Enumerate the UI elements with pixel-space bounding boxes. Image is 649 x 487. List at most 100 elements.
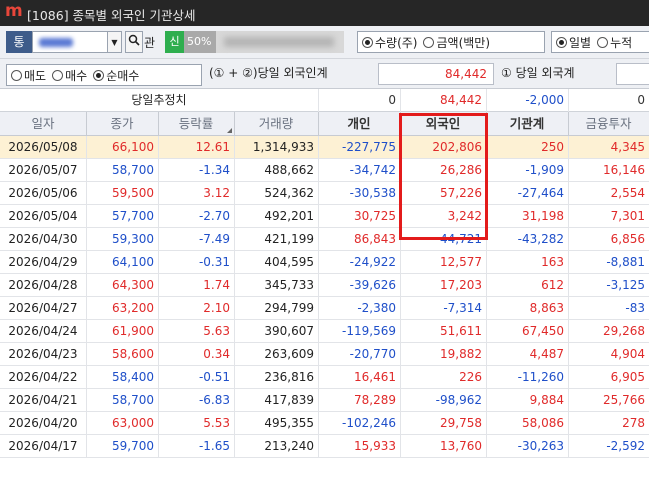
cell-institution: 250 — [541, 140, 564, 154]
cell-rate: -2.70 — [198, 209, 230, 223]
cell-financial: -8,881 — [606, 255, 645, 269]
cell-institution: -1,909 — [525, 163, 564, 177]
column-close[interactable]: 종가 — [86, 112, 158, 136]
cell-individual: 86,843 — [354, 232, 396, 246]
cell-volume: 1,314,933 — [252, 140, 314, 154]
cell-foreign: 19,882 — [440, 347, 482, 361]
column-financial[interactable]: 금융투자 — [568, 112, 649, 136]
cell-individual: 15,933 — [354, 439, 396, 453]
cell-individual: -34,742 — [349, 163, 396, 177]
estimate-foreign: 84,442 — [440, 93, 482, 107]
column-volume[interactable]: 거래량 — [234, 112, 318, 136]
table-row[interactable]: 2026/05/08 66,100 12.61 1,314,933 -227,775 20… — [0, 136, 649, 159]
column-institution[interactable]: 기관계 — [486, 112, 568, 136]
column-foreign[interactable]: 외국인 — [400, 112, 486, 136]
cell-financial: 29,268 — [603, 324, 645, 338]
cell-financial: 4,345 — [610, 140, 645, 154]
cell-financial: 16,146 — [603, 163, 645, 177]
cell-date: 2026/05/08 — [8, 140, 78, 154]
cell-close: 59,500 — [112, 186, 154, 200]
cell-volume: 488,662 — [264, 163, 314, 177]
cell-rate: 3.12 — [203, 186, 230, 200]
cell-individual: -24,922 — [349, 255, 396, 269]
cell-date: 2026/04/21 — [8, 393, 78, 407]
table-row[interactable]: 2026/04/20 63,000 5.53 495,355 -102,246 29,75… — [0, 412, 649, 435]
table-row[interactable]: 2026/04/27 63,200 2.10 294,799 -2,380 -7,314 8… — [0, 297, 649, 320]
amount-unit-radio-group: 수량(주) 금액(백만) — [357, 31, 545, 53]
cell-rate: -1.65 — [198, 439, 230, 453]
sort-icon — [227, 128, 232, 133]
estimate-label: 당일추정치 — [131, 93, 187, 107]
cell-close: 57,700 — [112, 209, 154, 223]
chevron-down-icon[interactable]: ▼ — [108, 31, 122, 53]
cell-foreign: 12,577 — [440, 255, 482, 269]
cell-institution: 163 — [541, 255, 564, 269]
cell-date: 2026/04/24 — [8, 324, 78, 338]
cell-close: 63,200 — [112, 301, 154, 315]
radio-quantity[interactable]: 수량(주) — [362, 34, 417, 51]
cell-foreign: -44,721 — [435, 232, 482, 246]
cell-close: 59,300 — [112, 232, 154, 246]
cell-individual: 78,289 — [354, 393, 396, 407]
cell-close: 61,900 — [112, 324, 154, 338]
table-row[interactable]: 2026/04/23 58,600 0.34 263,609 -20,770 19,882… — [0, 343, 649, 366]
radio-amount[interactable]: 금액(백만) — [423, 34, 490, 51]
column-rate[interactable]: 등락률 — [158, 112, 234, 136]
cell-financial: -83 — [625, 301, 645, 315]
cell-close: 66,100 — [112, 140, 154, 154]
foreign-today-value — [616, 63, 649, 85]
cell-volume: 213,240 — [264, 439, 314, 453]
estimate-financial: 0 — [637, 93, 645, 107]
cell-volume: 390,607 — [264, 324, 314, 338]
cell-volume: 524,362 — [264, 186, 314, 200]
cell-volume: 421,199 — [264, 232, 314, 246]
stock-code-input[interactable] — [32, 31, 108, 53]
cell-financial: 278 — [622, 416, 645, 430]
cell-date: 2026/04/29 — [8, 255, 78, 269]
search-icon[interactable] — [125, 31, 143, 53]
table-row[interactable]: 2026/05/04 57,700 -2.70 492,201 30,725 3,242 3… — [0, 205, 649, 228]
column-individual[interactable]: 개인 — [318, 112, 400, 136]
table-row[interactable]: 2026/04/29 64,100 -0.31 404,595 -24,922 12,57… — [0, 251, 649, 274]
cell-foreign: 26,286 — [440, 163, 482, 177]
table-row[interactable]: 2026/05/06 59,500 3.12 524,362 -30,538 57,226… — [0, 182, 649, 205]
cell-rate: 2.10 — [203, 301, 230, 315]
market-button[interactable]: 통 — [6, 31, 32, 53]
table-row[interactable]: 2026/04/17 59,700 -1.65 213,240 15,933 13,760… — [0, 435, 649, 458]
table-row[interactable]: 2026/04/21 58,700 -6.83 417,839 78,289 -98,96… — [0, 389, 649, 412]
radio-unselected-icon — [11, 69, 22, 81]
cell-close: 58,400 — [112, 370, 154, 384]
table-row[interactable]: 2026/04/28 64,300 1.74 345,733 -39,626 17,203… — [0, 274, 649, 297]
radio-daily[interactable]: 일별 — [556, 34, 591, 51]
cell-rate: -1.34 — [198, 163, 230, 177]
grid-header: 일자 종가 등락률 거래량 개인 외국인 기관계 금융투자 — [0, 112, 649, 136]
cell-volume: 263,609 — [264, 347, 314, 361]
cell-volume: 417,839 — [264, 393, 314, 407]
table-row[interactable]: 2026/05/07 58,700 -1.34 488,662 -34,742 26,28… — [0, 159, 649, 182]
period-radio-group: 일별 누적 — [551, 31, 649, 53]
cell-foreign: 202,806 — [432, 140, 482, 154]
cell-rate: -7.49 — [198, 232, 230, 246]
table-row[interactable]: 2026/04/30 59,300 -7.49 421,199 86,843 -44,72… — [0, 228, 649, 251]
cell-individual: -2,380 — [357, 301, 396, 315]
cell-financial: 2,554 — [610, 186, 645, 200]
radio-net-buy[interactable]: 순매수 — [93, 67, 139, 84]
column-date[interactable]: 일자 — [0, 112, 86, 136]
cell-individual: -39,626 — [349, 278, 396, 292]
table-row[interactable]: 2026/04/24 61,900 5.63 390,607 -119,569 51,61… — [0, 320, 649, 343]
cell-foreign: 57,226 — [440, 186, 482, 200]
cell-volume: 495,355 — [264, 416, 314, 430]
cell-rate: -6.83 — [198, 393, 230, 407]
cell-close: 58,700 — [112, 163, 154, 177]
cell-financial: -3,125 — [606, 278, 645, 292]
cell-rate: 0.34 — [203, 347, 230, 361]
table-row[interactable]: 2026/04/22 58,400 -0.51 236,816 16,461 226 -11… — [0, 366, 649, 389]
estimate-individual: 0 — [388, 93, 396, 107]
cell-institution: -30,263 — [517, 439, 564, 453]
credit-badge: 신 — [165, 31, 184, 53]
radio-cumulative[interactable]: 누적 — [597, 34, 632, 51]
radio-sell[interactable]: 매도 — [11, 67, 46, 84]
watchlist-label[interactable]: 관 — [144, 34, 155, 51]
radio-selected-icon — [556, 36, 567, 48]
radio-buy[interactable]: 매수 — [52, 67, 87, 84]
